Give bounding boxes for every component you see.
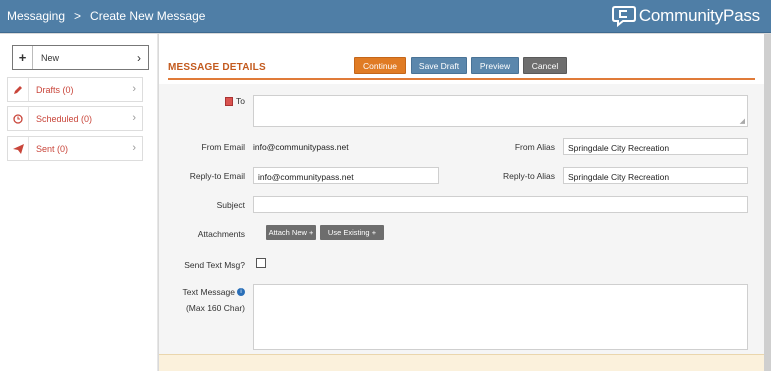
reply-to-alias-label: Reply-to Alias [503,171,555,181]
use-existing-button[interactable]: Use Existing + [320,225,384,240]
communitypass-logo: CommunityPass [611,5,760,27]
chevron-right-icon: › [132,83,136,95]
sidebar: + New › Drafts (0) › Scheduled (0) › Sen… [0,34,158,371]
from-email-label: From Email [201,142,245,152]
attachments-label: Attachments [197,229,245,239]
text-message-label: Text Message [182,287,235,297]
sidebar-item-label: Drafts (0) [36,84,74,95]
address-book-icon[interactable] [225,96,233,106]
reply-to-email-label: Reply-to Email [189,171,245,181]
subject-field[interactable] [253,196,748,213]
brand-name: CommunityPass [638,6,760,25]
from-email-value: info@communitypass.net [253,142,349,152]
top-header: Messaging > Create New Message Community… [0,0,771,33]
chevron-right-icon: › [137,51,141,65]
send-text-label: Send Text Msg? [184,260,245,270]
section-title: MESSAGE DETAILS [168,62,266,73]
new-label: New [41,52,60,63]
text-message-limit: (Max 160 Char) [185,303,245,313]
breadcrumb-create-new-message: Create New Message [90,9,206,23]
to-label: To [236,96,245,106]
speech-bubble-icon [611,6,636,27]
text-message-field[interactable] [253,284,748,350]
clock-icon [8,107,29,130]
save-draft-button[interactable]: Save Draft [411,57,467,74]
preview-button[interactable]: Preview [471,57,519,74]
reply-to-email-field[interactable]: info@communitypass.net [253,167,439,184]
from-alias-field[interactable]: Springdale City Recreation [563,138,748,155]
cancel-button[interactable]: Cancel [523,57,567,74]
section-divider [168,78,755,80]
breadcrumb-separator: > [74,9,82,23]
attach-new-button[interactable]: Attach New + [266,225,316,240]
sidebar-item-sent[interactable]: Sent (0) › [7,136,143,161]
chevron-right-icon: › [132,142,136,154]
message-form: To ◢ From Email info@communitypass.net F… [159,84,764,354]
send-text-checkbox[interactable] [256,258,266,268]
sidebar-item-drafts[interactable]: Drafts (0) › [7,77,143,102]
plus-icon: + [13,46,33,69]
sidebar-item-label: Sent (0) [36,143,69,154]
breadcrumb: Messaging > Create New Message [7,9,205,23]
scroll-gutter [764,34,771,371]
reply-to-alias-field[interactable]: Springdale City Recreation [563,167,748,184]
sidebar-item-scheduled[interactable]: Scheduled (0) › [7,106,143,131]
new-message-button[interactable]: + New › [12,45,149,70]
continue-button[interactable]: Continue [354,57,406,74]
chevron-right-icon: › [132,112,136,124]
sidebar-item-label: Scheduled (0) [36,113,93,124]
main-panel: MESSAGE DETAILS Continue Save Draft Prev… [159,34,771,371]
text-message-label-row: Text Message i [169,287,245,297]
paper-plane-icon [8,137,29,160]
subject-label: Subject [216,200,245,210]
to-field[interactable]: ◢ [253,95,748,127]
pencil-icon [8,78,29,101]
info-icon[interactable]: i [237,288,245,296]
to-label-row: To [225,96,245,106]
breadcrumb-messaging[interactable]: Messaging [7,9,65,23]
footer-strip [159,354,764,371]
resize-handle-icon[interactable]: ◢ [740,117,745,125]
from-alias-label: From Alias [514,142,555,152]
